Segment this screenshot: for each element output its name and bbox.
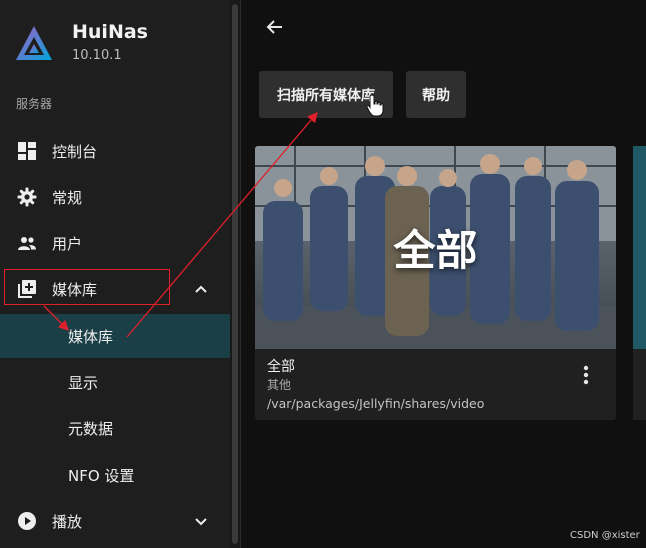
library-card-partial-image — [633, 146, 646, 349]
library-card-overlay-title: 全部 — [393, 226, 478, 275]
sidebar-item-label: 控制台 — [52, 142, 98, 161]
sidebar-item-general[interactable]: 常规 — [0, 175, 230, 219]
library-card-path: /var/packages/Jellyfin/shares/video — [267, 396, 485, 411]
library-card-image[interactable]: 全部 — [255, 146, 616, 349]
sidebar-item-label: 用户 — [52, 234, 83, 253]
sidebar: HuiNas 10.10.1 服务器 控制台 常规 用户 媒体库 媒体库 显示 … — [0, 0, 230, 548]
sidebar-item-label: 播放 — [52, 512, 83, 531]
sidebar-item-users[interactable]: 用户 — [0, 221, 230, 265]
arrow-left-icon[interactable] — [262, 14, 288, 40]
play-icon — [18, 512, 36, 530]
highlight-box — [4, 269, 170, 305]
library-card-partial[interactable] — [633, 146, 646, 420]
more-vertical-icon[interactable] — [577, 364, 595, 386]
scrollbar-thumb[interactable] — [232, 4, 238, 544]
sidebar-subitem-display[interactable]: 显示 — [0, 360, 230, 404]
divider — [240, 0, 241, 548]
sidebar-subitem-label: 元数据 — [68, 419, 114, 438]
sidebar-item-playback[interactable]: 播放 — [0, 499, 230, 543]
hand-cursor-icon — [366, 94, 384, 117]
library-card-type: 其他 — [267, 378, 292, 392]
app-name: HuiNas — [72, 21, 148, 43]
sidebar-subitem-label: 媒体库 — [68, 327, 114, 346]
sidebar-item-dashboard[interactable]: 控制台 — [0, 129, 230, 173]
sidebar-item-label: 常规 — [52, 188, 83, 207]
sidebar-subitem-libraries[interactable]: 媒体库 — [0, 314, 230, 358]
gear-icon — [17, 187, 37, 207]
sidebar-scrollbar[interactable] — [230, 0, 240, 548]
app-logo-icon — [16, 26, 52, 60]
sidebar-subitem-label: 显示 — [68, 373, 99, 392]
library-card-name[interactable]: 全部 — [267, 356, 295, 376]
sidebar-subitem-label: NFO 设置 — [68, 466, 135, 485]
sidebar-subitem-metadata[interactable]: 元数据 — [0, 406, 230, 450]
help-button[interactable]: 帮助 — [406, 71, 466, 118]
section-label-server: 服务器 — [16, 97, 53, 111]
watermark: CSDN @xister — [570, 530, 640, 541]
library-card[interactable]: 全部 全部 其他 /var/packages/Jellyfin/shares/v… — [255, 146, 616, 420]
sidebar-subitem-nfo-settings[interactable]: NFO 设置 — [0, 453, 230, 497]
dashboard-icon — [18, 142, 36, 160]
chevron-up-icon[interactable] — [193, 281, 209, 297]
app-version: 10.10.1 — [72, 48, 122, 63]
users-icon — [18, 237, 36, 250]
chevron-down-icon[interactable] — [193, 513, 209, 529]
